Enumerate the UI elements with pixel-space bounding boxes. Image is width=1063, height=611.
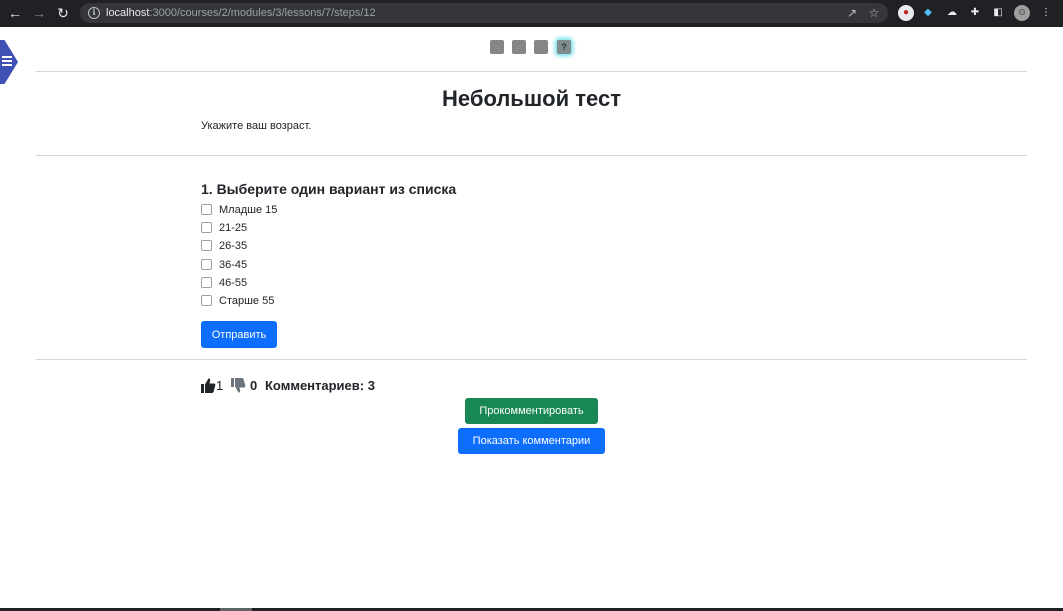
- comment-button[interactable]: Прокомментировать: [465, 398, 598, 424]
- option-label: Младше 15: [219, 204, 278, 216]
- chrome-menu-icon[interactable]: ⋮: [1038, 5, 1054, 21]
- reload-icon[interactable]: ↻: [54, 4, 72, 22]
- side-panel-icon[interactable]: ◧: [990, 5, 1006, 21]
- bookmark-star-icon[interactable]: ☆: [866, 5, 882, 21]
- hamburger-menu-icon: [2, 56, 12, 66]
- extension-icon-cloud[interactable]: ☁: [944, 5, 960, 21]
- likes-count: 1: [216, 378, 224, 393]
- back-arrow-icon[interactable]: ←: [6, 4, 24, 22]
- question-title: 1. Выберите один вариант из списка: [201, 181, 457, 197]
- thumbs-down-icon[interactable]: [230, 377, 246, 394]
- extensions-puzzle-icon[interactable]: ✚: [967, 5, 983, 21]
- forward-arrow-icon[interactable]: →: [30, 4, 48, 22]
- address-bar[interactable]: i localhost:3000/courses/2/modules/3/les…: [80, 3, 888, 23]
- step-indicator[interactable]: [490, 40, 504, 54]
- thumbs-up-icon[interactable]: [200, 377, 216, 394]
- option-checkbox[interactable]: [201, 259, 212, 270]
- step-indicator[interactable]: [534, 40, 548, 54]
- option-label: Старше 55: [219, 295, 275, 307]
- option-checkbox[interactable]: [201, 222, 212, 233]
- lesson-title: Небольшой тест: [442, 86, 621, 111]
- divider: [36, 71, 1027, 72]
- divider: [36, 155, 1027, 156]
- dislikes-count: 0: [250, 378, 258, 393]
- lesson-subtitle: Укажите ваш возраст.: [201, 120, 312, 132]
- share-icon[interactable]: ↗: [844, 5, 860, 21]
- option-label: 21-25: [219, 222, 248, 234]
- step-indicator-active[interactable]: ?: [557, 40, 571, 54]
- extension-icon-diamond[interactable]: ◆: [920, 5, 936, 21]
- option-label: 26-35: [219, 240, 248, 252]
- option-checkbox[interactable]: [201, 277, 212, 288]
- option-checkbox[interactable]: [201, 240, 212, 251]
- browser-toolbar: ← → ↻ i localhost:3000/courses/2/modules…: [0, 0, 1063, 27]
- step-indicator[interactable]: [512, 40, 526, 54]
- option-checkbox[interactable]: [201, 204, 212, 215]
- submit-button[interactable]: Отправить: [201, 321, 277, 348]
- sidebar-toggle-button[interactable]: [0, 40, 18, 84]
- profile-avatar-icon[interactable]: ☺: [1014, 5, 1030, 21]
- option-label: 46-55: [219, 277, 248, 289]
- show-comments-button[interactable]: Показать комментарии: [458, 428, 605, 454]
- url-text: localhost:3000/courses/2/modules/3/lesso…: [106, 7, 376, 19]
- extension-icon-red[interactable]: ●: [898, 5, 914, 21]
- option-label: 36-45: [219, 259, 248, 271]
- info-icon[interactable]: i: [88, 7, 100, 19]
- comments-count: Комментариев: 3: [265, 378, 375, 393]
- divider: [36, 359, 1027, 360]
- option-checkbox[interactable]: [201, 295, 212, 306]
